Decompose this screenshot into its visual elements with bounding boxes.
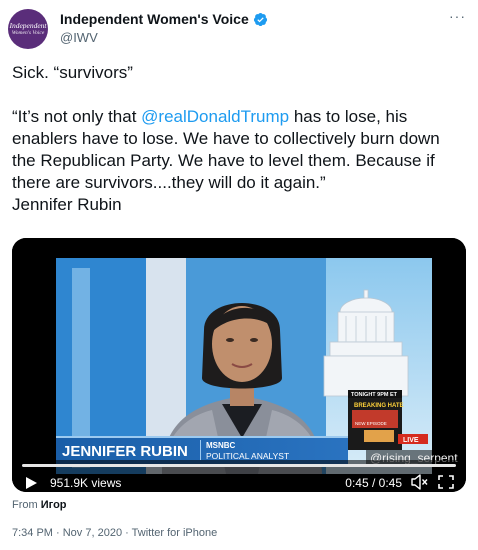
tweet-timestamp[interactable]: 7:34 PM · Nov 7, 2020 · Twitter for iPho… — [12, 527, 217, 539]
promo-sub-text: NEW EPISODE — [355, 421, 387, 426]
view-count: 951.9K views — [50, 476, 122, 490]
network-text: MSNBC — [206, 441, 236, 450]
video-player[interactable]: TONIGHT 9PM ET BREAKING HATE NEW EPISODE… — [12, 238, 466, 492]
video-source: From Игор — [12, 499, 67, 511]
volume-muted-icon[interactable] — [410, 474, 428, 490]
quote-start: “It’s not only that — [12, 107, 142, 126]
avatar[interactable]: Independent Women's Voice — [8, 9, 48, 49]
progress-bar[interactable] — [22, 464, 456, 467]
tweet-line-1: Sick. “survivors” — [12, 63, 133, 82]
tweet-quote: “It’s not only that @realDonaldTrump has… — [12, 106, 468, 194]
video-time: 0:45 / 0:45 — [345, 476, 402, 490]
tweet-text: Sick. “survivors” “It’s not only that @r… — [12, 62, 468, 216]
from-label: From — [12, 499, 38, 511]
quote-attribution: Jennifer Rubin — [12, 195, 122, 214]
promo-top-text: TONIGHT 9PM ET — [351, 392, 398, 398]
video-controls: 951.9K views 0:45 / 0:45 — [12, 452, 466, 492]
avatar-text-line1: Independent — [9, 20, 47, 30]
more-options-icon[interactable]: ··· — [449, 8, 466, 24]
avatar-text-line2: Women's Voice — [11, 29, 45, 36]
promo-live-text: LIVE — [403, 437, 419, 444]
tweet-header: Independent Women's Voice Independent Wo… — [0, 0, 478, 56]
author-handle[interactable]: @IWV — [60, 30, 98, 45]
mention-link[interactable]: @realDonaldTrump — [141, 107, 289, 126]
author-name-row[interactable]: Independent Women's Voice — [60, 11, 268, 27]
play-icon[interactable] — [24, 476, 38, 490]
fullscreen-icon[interactable] — [438, 475, 454, 489]
display-name[interactable]: Independent Women's Voice — [60, 11, 249, 27]
verified-badge-icon — [253, 12, 267, 26]
source-user-link[interactable]: Игор — [41, 499, 67, 511]
promo-title-text: BREAKING HATE — [354, 403, 404, 409]
